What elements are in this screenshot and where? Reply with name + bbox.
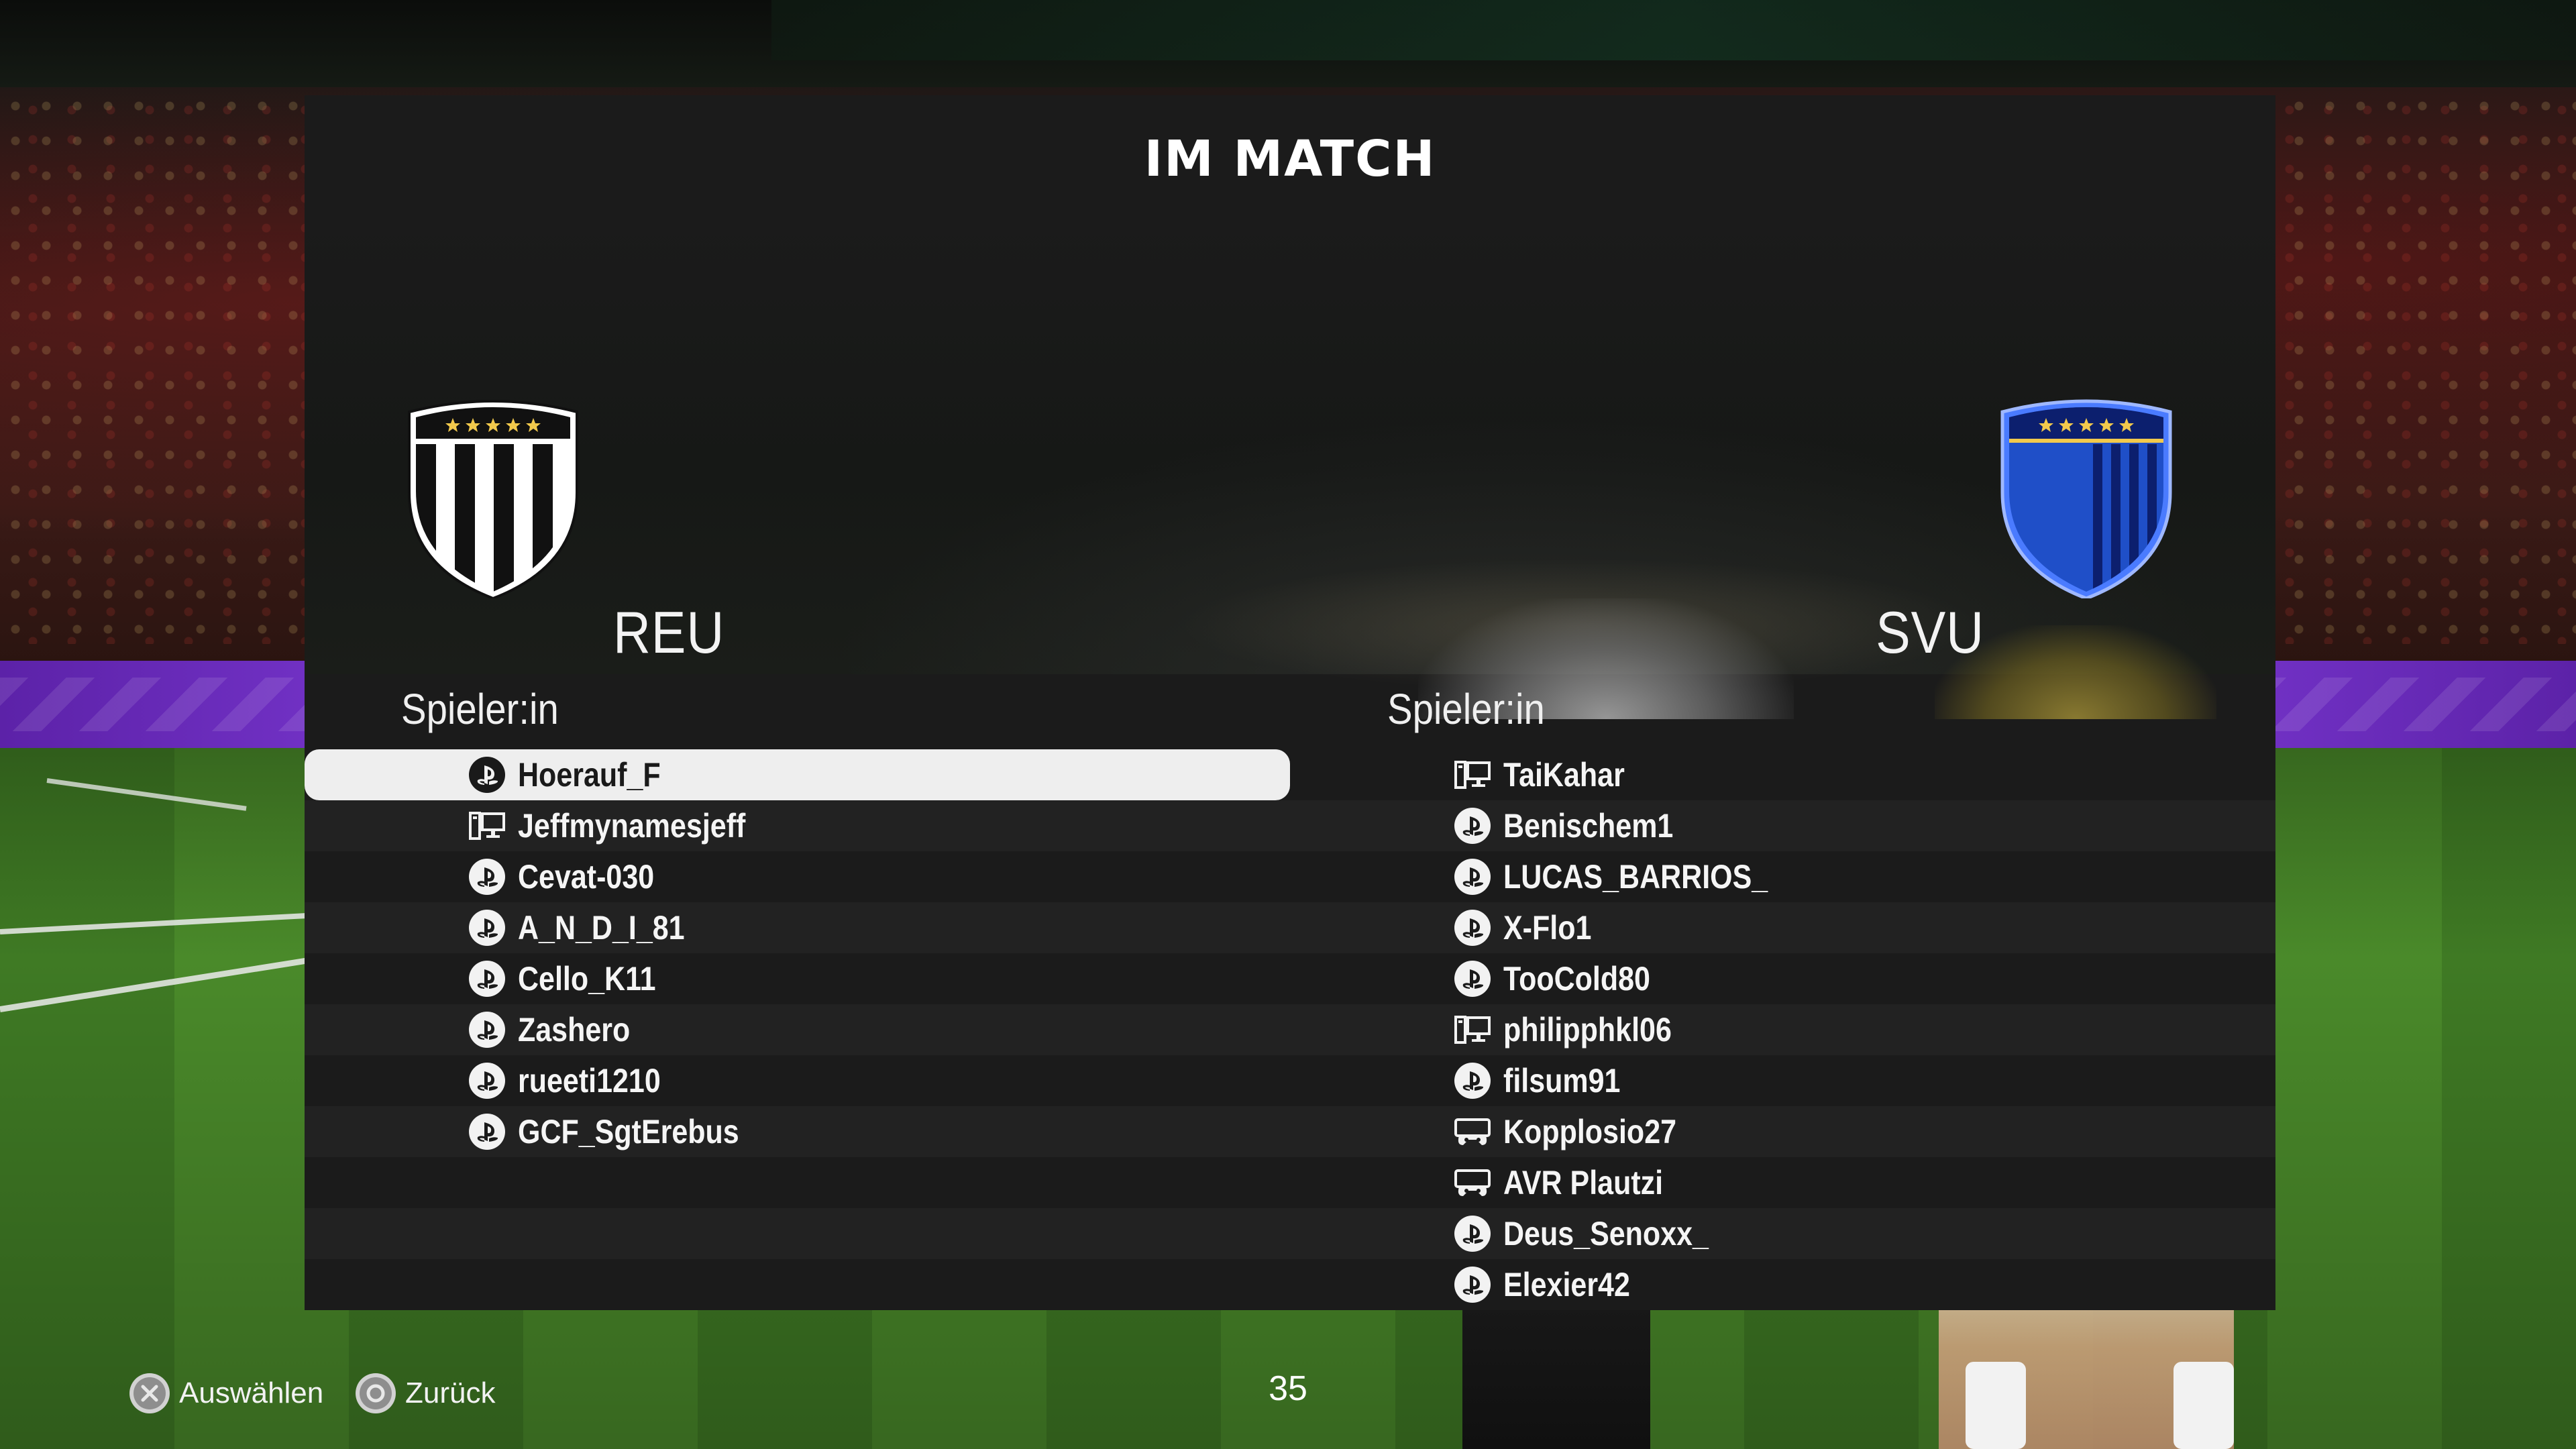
away-player-name: philipphkl06 xyxy=(1503,1011,1672,1049)
away-player-name: Benischem1 xyxy=(1503,807,1674,845)
home-player-name: Cello_K11 xyxy=(518,960,656,998)
playstation-icon xyxy=(469,961,505,997)
panel-title: IM MATCH xyxy=(1144,130,1436,188)
away-players-column-header: Spieler:in xyxy=(1387,685,1545,733)
playstation-icon xyxy=(469,1114,505,1150)
away-player-name: TaiKahar xyxy=(1503,756,1625,794)
pc-icon xyxy=(1454,761,1491,789)
home-player-row[interactable]: Zashero xyxy=(305,1004,1290,1055)
away-player-name: filsum91 xyxy=(1503,1062,1621,1099)
playstation-icon xyxy=(469,757,505,793)
home-player-row[interactable]: Cello_K11 xyxy=(305,953,1290,1004)
home-player-name: GCF_SgtErebus xyxy=(518,1113,739,1150)
game-screen: IM MATCH REU SVU Spieler:in Spieler:in H… xyxy=(0,0,2576,1449)
playstation-icon xyxy=(1454,961,1491,997)
away-player-row[interactable]: Deus_Senoxx_ xyxy=(1290,1208,2275,1259)
match-roster-panel: IM MATCH REU SVU Spieler:in Spieler:in H… xyxy=(305,95,2275,1310)
home-player-row[interactable]: Jeffmynamesjeff xyxy=(305,800,1290,851)
away-player-row[interactable]: TooCold80 xyxy=(1290,953,2275,1004)
xbox-controller-icon xyxy=(1454,1169,1491,1196)
away-player-name: TooCold80 xyxy=(1503,960,1650,998)
away-player-row[interactable]: Kopplosio27 xyxy=(1290,1106,2275,1157)
playstation-icon xyxy=(469,1012,505,1048)
away-player-row[interactable]: philipphkl06 xyxy=(1290,1004,2275,1055)
stadium-banner-background xyxy=(771,0,2576,60)
countdown-timer: 35 xyxy=(1269,1369,1307,1408)
home-player-row[interactable]: Cevat-030 xyxy=(305,851,1290,902)
playstation-icon xyxy=(1454,1216,1491,1252)
home-empty-row xyxy=(305,1259,1290,1310)
away-player-name: LUCAS_BARRIOS_ xyxy=(1503,858,1768,896)
playstation-icon xyxy=(469,910,505,946)
home-player-name: Hoerauf_F xyxy=(518,756,661,794)
away-team-crest-icon xyxy=(2000,399,2172,598)
away-player-name: Elexier42 xyxy=(1503,1266,1630,1303)
playstation-icon xyxy=(469,859,505,895)
circle-button-icon xyxy=(356,1373,396,1413)
away-player-row[interactable]: Benischem1 xyxy=(1290,800,2275,851)
playstation-icon xyxy=(1454,859,1491,895)
select-button-label: Auswählen xyxy=(179,1377,324,1409)
home-team-crest-icon xyxy=(408,400,578,598)
xbox-controller-icon xyxy=(1454,1118,1491,1145)
select-button[interactable]: Auswählen xyxy=(129,1370,323,1417)
cross-button-icon xyxy=(129,1373,170,1413)
home-player-row[interactable]: rueeti1210 xyxy=(305,1055,1290,1106)
away-player-row[interactable]: X-Flo1 xyxy=(1290,902,2275,953)
away-player-row[interactable]: LUCAS_BARRIOS_ xyxy=(1290,851,2275,902)
back-button[interactable]: Zurück xyxy=(356,1370,495,1417)
away-player-row[interactable]: AVR Plautzi xyxy=(1290,1157,2275,1208)
playstation-icon xyxy=(469,1063,505,1099)
home-player-list: Hoerauf_F Jeffmynamesjeff Cevat-030 A_N_D_I… xyxy=(305,749,1290,1310)
background-player-sock xyxy=(1966,1362,2026,1449)
home-player-name: Cevat-030 xyxy=(518,858,655,896)
home-empty-row xyxy=(305,1157,1290,1208)
home-player-name: A_N_D_I_81 xyxy=(518,909,685,947)
pc-icon xyxy=(1454,1016,1491,1044)
home-player-name: Jeffmynamesjeff xyxy=(518,807,746,845)
playstation-icon xyxy=(1454,808,1491,844)
away-player-name: X-Flo1 xyxy=(1503,909,1592,947)
home-player-name: Zashero xyxy=(518,1011,631,1049)
background-player-sock xyxy=(2174,1362,2234,1449)
away-player-name: AVR Plautzi xyxy=(1503,1164,1664,1201)
away-team-name: SVU xyxy=(1876,599,1984,665)
home-player-row[interactable]: Hoerauf_F xyxy=(305,749,1290,800)
away-player-name: Deus_Senoxx_ xyxy=(1503,1215,1709,1252)
home-player-row[interactable]: GCF_SgtErebus xyxy=(305,1106,1290,1157)
pc-icon xyxy=(469,812,505,840)
away-player-row[interactable]: filsum91 xyxy=(1290,1055,2275,1106)
home-player-row[interactable]: A_N_D_I_81 xyxy=(305,902,1290,953)
teams-header: REU SVU xyxy=(305,223,2275,719)
playstation-icon xyxy=(1454,1267,1491,1303)
home-players-column-header: Spieler:in xyxy=(401,685,559,733)
home-team-name: REU xyxy=(613,599,725,665)
home-player-name: rueeti1210 xyxy=(518,1062,661,1099)
away-player-row[interactable]: TaiKahar xyxy=(1290,749,2275,800)
away-player-list: TaiKahar Benischem1 LUCAS_BARRIOS_ X-Flo1 To… xyxy=(1290,749,2275,1310)
home-empty-row xyxy=(305,1208,1290,1259)
away-player-row[interactable]: Elexier42 xyxy=(1290,1259,2275,1310)
back-button-label: Zurück xyxy=(405,1377,496,1409)
away-player-name: Kopplosio27 xyxy=(1503,1113,1677,1150)
playstation-icon xyxy=(1454,1063,1491,1099)
playstation-icon xyxy=(1454,910,1491,946)
